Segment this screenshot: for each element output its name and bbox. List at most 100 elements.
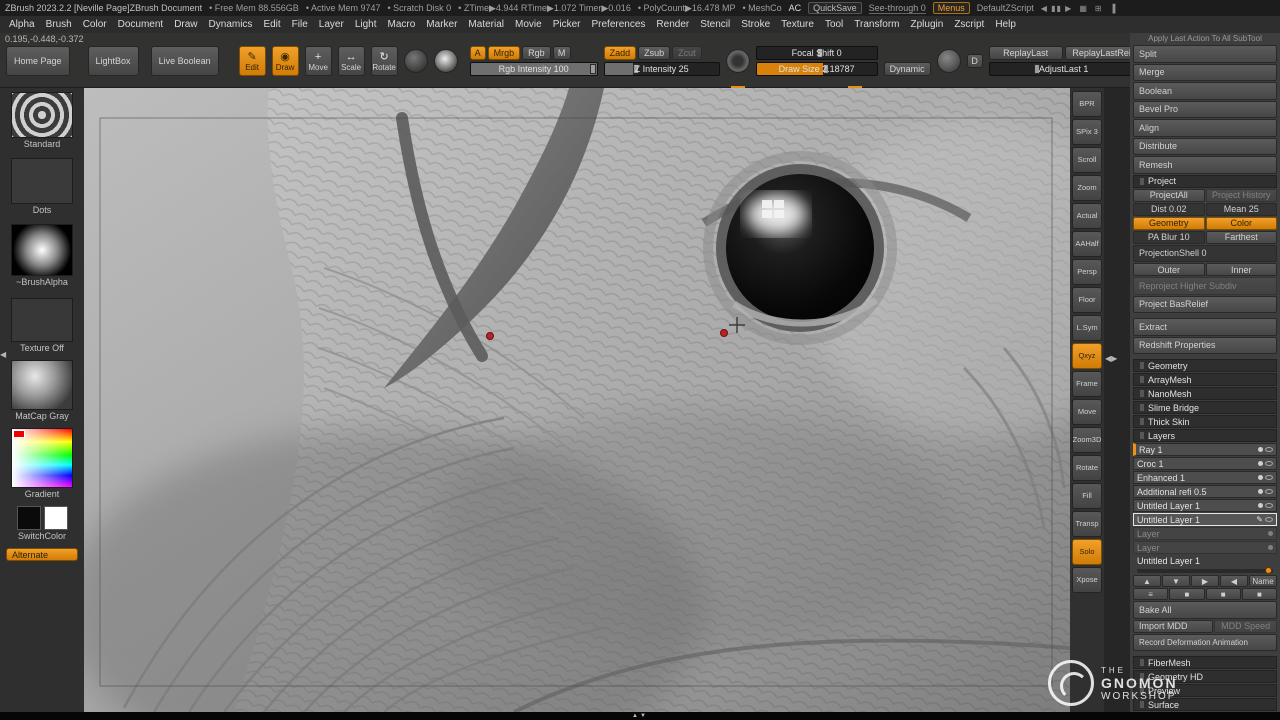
remesh-button[interactable]: Remesh xyxy=(1133,156,1277,174)
layer-eye-icon[interactable] xyxy=(1265,489,1273,494)
dist-slider[interactable]: Dist 0.02 xyxy=(1133,203,1205,216)
menu-alpha[interactable]: Alpha xyxy=(9,19,35,30)
project-section[interactable]: Project xyxy=(1133,175,1277,188)
color-picker[interactable] xyxy=(11,428,73,488)
layer-up-button[interactable]: ▲ xyxy=(1133,575,1161,587)
layer-row[interactable]: Croc 1 xyxy=(1133,457,1277,470)
menu-brush[interactable]: Brush xyxy=(46,19,72,30)
qxyz-button[interactable]: Qxyz xyxy=(1072,343,1102,369)
texture-thumbnail[interactable] xyxy=(11,298,73,342)
menu-movie[interactable]: Movie xyxy=(515,19,542,30)
layer-row[interactable]: Layer xyxy=(1133,541,1277,554)
layer-row[interactable]: Ray 1 xyxy=(1133,443,1277,456)
split-button[interactable]: Split xyxy=(1133,45,1277,63)
thick-skin-section[interactable]: Thick Skin xyxy=(1133,415,1277,428)
geometry-hd-section[interactable]: Geometry HD xyxy=(1133,670,1277,683)
outer-toggle[interactable]: Outer xyxy=(1133,263,1205,276)
secondary-color-swatch[interactable] xyxy=(44,506,68,530)
floor-button[interactable]: Floor xyxy=(1072,287,1102,313)
slime-bridge-section[interactable]: Slime Bridge xyxy=(1133,401,1277,414)
canvas-resize-handle[interactable]: ▲▼ xyxy=(632,713,648,719)
zoom-button[interactable]: Zoom xyxy=(1072,175,1102,201)
alternate-button[interactable]: Alternate xyxy=(6,548,78,561)
layers-section[interactable]: Layers xyxy=(1133,429,1277,442)
brush-thumbnail[interactable] xyxy=(11,92,73,138)
layer-slider-dot[interactable] xyxy=(1258,489,1263,494)
a-badge[interactable]: A xyxy=(470,46,486,60)
menus-toggle[interactable]: Menus xyxy=(933,2,970,14)
layer-option-button[interactable]: ■ xyxy=(1242,588,1277,600)
projection-shell-slider[interactable]: ProjectionShell 0 xyxy=(1133,245,1277,263)
layer-eye-icon[interactable] xyxy=(1265,503,1273,508)
spix-slider[interactable]: SPix 3 xyxy=(1072,119,1102,145)
layer-down-button[interactable]: ▼ xyxy=(1162,575,1190,587)
layer-prev-button[interactable]: ◀ xyxy=(1220,575,1248,587)
layer-row[interactable]: Untitled Layer 1 xyxy=(1133,499,1277,512)
menu-light[interactable]: Light xyxy=(355,19,377,30)
main-color-swatch[interactable] xyxy=(17,506,41,530)
move-mode-button[interactable]: + Move xyxy=(305,46,332,76)
layer-slider-dot[interactable] xyxy=(1268,531,1273,536)
menu-material[interactable]: Material xyxy=(468,19,504,30)
zcut-button[interactable]: Zcut xyxy=(672,46,702,60)
draw-size-slider[interactable]: Draw Size 2.18787 xyxy=(756,62,878,76)
inner-toggle[interactable]: Inner xyxy=(1206,263,1278,276)
project-geometry-toggle[interactable]: Geometry xyxy=(1133,217,1205,230)
z-intensity-slider[interactable]: Z Intensity 25 xyxy=(604,62,720,76)
scale-mode-button[interactable]: ↔ Scale xyxy=(338,46,365,76)
sculptris-pro-icon[interactable] xyxy=(937,49,961,73)
import-mdd-button[interactable]: Import MDD xyxy=(1133,620,1213,633)
frame-button[interactable]: Frame xyxy=(1072,371,1102,397)
pa-blur-slider[interactable]: PA Blur 10 xyxy=(1133,231,1205,244)
rgb-button[interactable]: Rgb xyxy=(522,46,551,60)
menu-stroke[interactable]: Stroke xyxy=(741,19,770,30)
layer-row-recording[interactable]: Untitled Layer 1✎ xyxy=(1133,513,1277,526)
edit-mode-button[interactable]: ✎ Edit xyxy=(239,46,266,76)
menu-texture[interactable]: Texture xyxy=(781,19,814,30)
layer-list-button[interactable]: ≡ xyxy=(1133,588,1168,600)
fibermesh-section[interactable]: FiberMesh xyxy=(1133,656,1277,669)
zsub-button[interactable]: Zsub xyxy=(638,46,670,60)
home-page-button[interactable]: Home Page xyxy=(6,46,70,76)
menu-tool[interactable]: Tool xyxy=(825,19,843,30)
menu-stencil[interactable]: Stencil xyxy=(700,19,730,30)
layer-eye-icon[interactable] xyxy=(1265,447,1273,452)
geometry-section[interactable]: Geometry xyxy=(1133,359,1277,372)
distribute-button[interactable]: Distribute xyxy=(1133,138,1277,156)
menu-zscript[interactable]: Zscript xyxy=(954,19,984,30)
nanomesh-section[interactable]: NanoMesh xyxy=(1133,387,1277,400)
left-tray-expander[interactable]: ◀ xyxy=(0,350,6,359)
adjust-last-slider[interactable]: AdjustLast 1 xyxy=(989,62,1139,76)
menu-marker[interactable]: Marker xyxy=(426,19,457,30)
record-deformation-button[interactable]: Record Deformation Animation xyxy=(1133,634,1277,652)
quicksave-button[interactable]: QuickSave xyxy=(808,2,862,14)
menu-edit[interactable]: Edit xyxy=(263,19,280,30)
alpha-thumbnail[interactable] xyxy=(11,224,73,276)
replay-last-button[interactable]: ReplayLast xyxy=(989,46,1063,60)
bake-all-button[interactable]: Bake All xyxy=(1133,601,1277,619)
menu-picker[interactable]: Picker xyxy=(553,19,581,30)
menu-macro[interactable]: Macro xyxy=(388,19,416,30)
preview-section[interactable]: Preview xyxy=(1133,684,1277,697)
layer-intensity-slider[interactable] xyxy=(1137,569,1273,573)
draw-mode-button[interactable]: ◉ Draw xyxy=(272,46,299,76)
farthest-toggle[interactable]: Farthest xyxy=(1206,231,1278,244)
arraymesh-section[interactable]: ArrayMesh xyxy=(1133,373,1277,386)
merge-button[interactable]: Merge xyxy=(1133,64,1277,82)
extract-button[interactable]: Extract xyxy=(1133,318,1277,336)
layer-row[interactable]: Enhanced 1 xyxy=(1133,471,1277,484)
layer-row[interactable]: Layer xyxy=(1133,527,1277,540)
scroll-button[interactable]: Scroll xyxy=(1072,147,1102,173)
stroke-type-button[interactable] xyxy=(404,49,428,73)
live-boolean-button[interactable]: Live Boolean xyxy=(151,46,219,76)
material-thumbnail[interactable] xyxy=(11,360,73,410)
see-through-slider[interactable]: See-through 0 xyxy=(869,3,926,14)
bevel-pro-button[interactable]: Bevel Pro xyxy=(1133,101,1277,119)
xpose-button[interactable]: Xpose xyxy=(1072,567,1102,593)
zadd-button[interactable]: Zadd xyxy=(604,46,637,60)
layer-eye-icon[interactable] xyxy=(1265,461,1273,466)
menu-preferences[interactable]: Preferences xyxy=(591,19,645,30)
stroke-thumbnail[interactable] xyxy=(11,158,73,204)
layer-row[interactable]: Additional refi 0.5 xyxy=(1133,485,1277,498)
menu-dynamics[interactable]: Dynamics xyxy=(209,19,253,30)
